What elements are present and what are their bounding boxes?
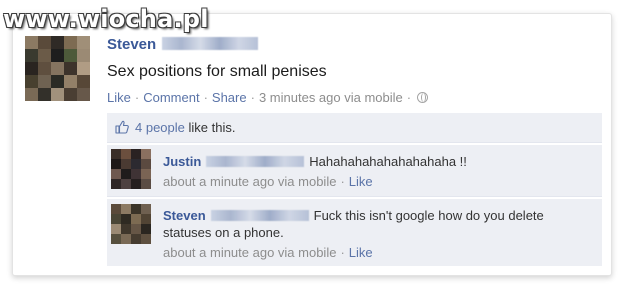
comment-author-name[interactable]: Justin <box>163 154 201 169</box>
comment-like-link[interactable]: Like <box>349 174 373 189</box>
avatar-pixel <box>111 214 121 224</box>
avatar-pixel <box>25 62 38 75</box>
avatar-pixel <box>111 224 121 234</box>
post-timestamp[interactable]: 3 minutes ago via mobile <box>259 90 403 105</box>
avatar-pixel <box>77 49 90 62</box>
avatar-pixel <box>64 62 77 75</box>
avatar-pixel <box>121 149 131 159</box>
like-link[interactable]: Like <box>107 90 131 105</box>
avatar-pixel <box>111 204 121 214</box>
avatar-pixel <box>131 224 141 234</box>
avatar-pixel <box>38 62 51 75</box>
separator: · <box>340 174 345 189</box>
avatar-pixel <box>131 179 141 189</box>
separator: · <box>340 245 345 260</box>
avatar-pixel <box>51 88 64 101</box>
avatar-pixel <box>25 49 38 62</box>
blurred-surname <box>162 37 259 51</box>
avatar-pixel <box>38 75 51 88</box>
comment-item: Steven Fuck this isn't google how do you … <box>107 199 602 266</box>
avatar-pixel <box>141 179 151 189</box>
comment-meta: about a minute ago via mobile · Like <box>163 173 467 190</box>
blurred-surname <box>206 156 305 168</box>
avatar-pixel <box>25 88 38 101</box>
comment-author-name[interactable]: Steven <box>163 208 206 223</box>
comment-meta: about a minute ago via mobile · Like <box>163 244 583 261</box>
thumbs-up-icon <box>115 120 129 134</box>
avatar-pixel <box>25 75 38 88</box>
avatar-pixel <box>131 204 141 214</box>
avatar-pixel <box>64 88 77 101</box>
comment-body: Justin Hahahahahahahahahaha !! about a mi… <box>163 153 467 190</box>
avatar-pixel <box>121 214 131 224</box>
comment-item: Justin Hahahahahahahahahaha !! about a mi… <box>107 145 602 197</box>
avatar-pixel <box>131 149 141 159</box>
avatar-pixel <box>141 234 151 244</box>
watermark-logo: www.wiocha.pl <box>3 5 209 33</box>
avatar-pixel <box>38 88 51 101</box>
avatar-pixel <box>141 224 151 234</box>
avatar-pixel <box>111 179 121 189</box>
separator: · <box>406 90 412 105</box>
avatar-pixel <box>121 234 131 244</box>
comment-timestamp[interactable]: about a minute ago via mobile <box>163 245 336 260</box>
share-link[interactable]: Share <box>212 90 247 105</box>
avatar[interactable] <box>111 204 151 244</box>
post-status-text: Sex positions for small penises <box>107 63 327 80</box>
comment-link[interactable]: Comment <box>143 90 199 105</box>
facebook-post-card: Steven Sex positions for small penises L… <box>12 13 612 276</box>
avatar-pixel <box>131 234 141 244</box>
post-author-row: Steven <box>107 36 259 53</box>
avatar-pixel <box>25 36 38 49</box>
likes-count-link[interactable]: 4 people <box>135 120 185 135</box>
avatar-pixel <box>111 159 121 169</box>
avatar-pixel <box>64 75 77 88</box>
avatar-pixel <box>38 36 51 49</box>
avatar-pixel <box>121 224 131 234</box>
likes-suffix: like this. <box>184 120 236 135</box>
avatar-pixel <box>77 36 90 49</box>
avatar-pixel <box>51 75 64 88</box>
avatar-pixel <box>64 36 77 49</box>
blurred-surname <box>210 210 309 222</box>
avatar[interactable] <box>25 36 90 101</box>
post-author-name[interactable]: Steven <box>107 36 156 53</box>
separator: · <box>134 90 140 105</box>
avatar-pixel <box>111 149 121 159</box>
avatar-pixel <box>141 159 151 169</box>
comment-text: Hahahahahahahahahaha !! <box>309 154 467 169</box>
avatar-pixel <box>131 169 141 179</box>
avatar-pixel <box>51 49 64 62</box>
avatar-pixel <box>141 204 151 214</box>
avatar-pixel <box>38 49 51 62</box>
comment-body: Steven Fuck this isn't google how do you … <box>163 207 583 261</box>
avatar[interactable] <box>111 149 151 189</box>
likes-summary: 4 people like this. <box>107 113 602 143</box>
avatar-pixel <box>121 169 131 179</box>
avatar-pixel <box>111 169 121 179</box>
avatar-pixel <box>131 214 141 224</box>
avatar-pixel <box>77 62 90 75</box>
avatar-pixel <box>121 159 131 169</box>
avatar-pixel <box>111 234 121 244</box>
avatar-pixel <box>77 88 90 101</box>
comment-timestamp[interactable]: about a minute ago via mobile <box>163 174 336 189</box>
avatar-pixel <box>77 75 90 88</box>
avatar-pixel <box>64 49 77 62</box>
avatar-pixel <box>141 169 151 179</box>
avatar-pixel <box>51 36 64 49</box>
avatar-pixel <box>121 204 131 214</box>
separator: · <box>250 90 255 105</box>
avatar-pixel <box>51 62 64 75</box>
globe-icon[interactable] <box>417 92 429 103</box>
post-meta: Like · Comment · Share · 3 minutes ago via mob… <box>107 90 429 105</box>
separator: · <box>203 90 208 105</box>
avatar-pixel <box>141 149 151 159</box>
avatar-pixel <box>121 179 131 189</box>
avatar-pixel <box>141 214 151 224</box>
comment-like-link[interactable]: Like <box>349 245 373 260</box>
avatar-pixel <box>131 159 141 169</box>
